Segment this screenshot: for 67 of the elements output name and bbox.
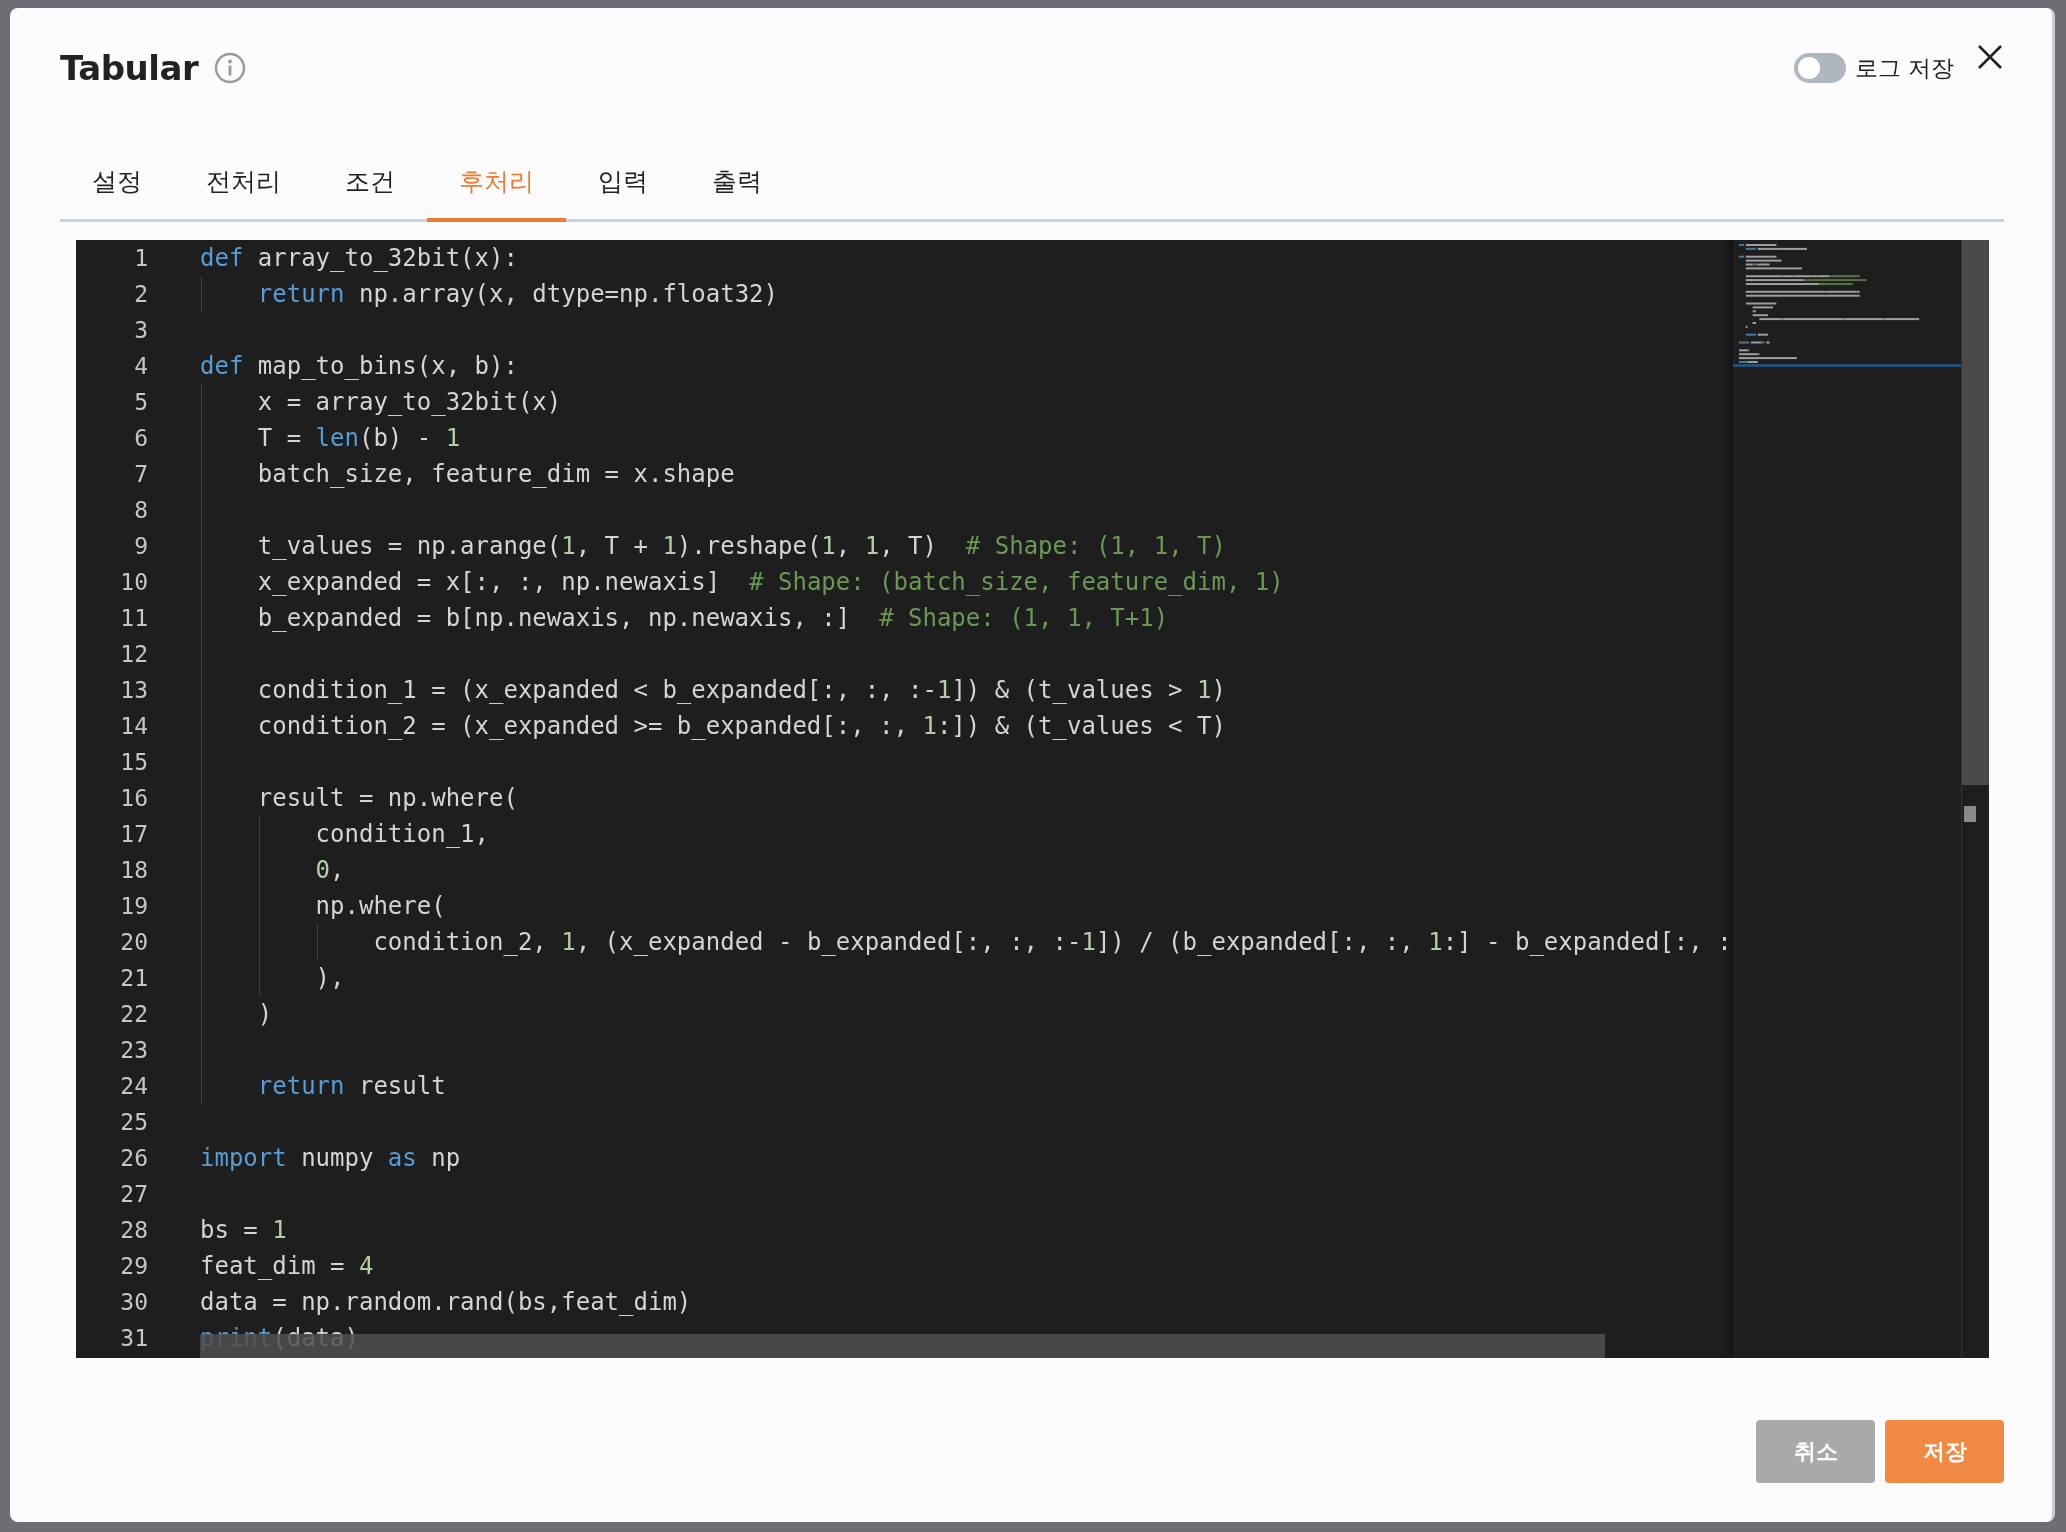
line-number: 22	[119, 1000, 149, 1029]
code-line: def array_to_32bit(x):	[200, 244, 518, 272]
code-line: result = np.where(	[256, 784, 518, 812]
code-line: x_expanded = x[:, :, np.newaxis] # Shape: (batch_size, feature_dim, 1)	[256, 568, 1284, 596]
code-line: return result	[256, 1072, 446, 1100]
code-line: data = np.random.rand(bs,feat_dim)	[200, 1288, 692, 1316]
line-number: 2	[133, 280, 149, 309]
line-number: 12	[119, 640, 149, 669]
scrollbar-thumb[interactable]	[1962, 240, 1989, 785]
line-number: 15	[119, 748, 149, 777]
line-number: 23	[119, 1036, 149, 1065]
tab[interactable]: 출력	[680, 144, 794, 222]
line-number: 31	[119, 1324, 149, 1353]
line-number: 4	[133, 352, 149, 381]
scroll-marker	[1964, 806, 1976, 822]
line-number: 29	[119, 1252, 149, 1281]
line-number: 18	[119, 856, 149, 885]
line-number: 28	[119, 1216, 149, 1245]
line-number: 25	[119, 1108, 149, 1137]
line-number: 9	[133, 532, 149, 561]
code-line: feat_dim = 4	[200, 1252, 374, 1280]
line-number: 11	[119, 604, 149, 633]
code-line: )	[256, 1000, 273, 1028]
line-number: 10	[119, 568, 149, 597]
code-line: import numpy as np	[200, 1144, 461, 1172]
tab[interactable]: 설정	[60, 144, 174, 222]
line-number: 17	[119, 820, 149, 849]
line-number: 19	[119, 892, 149, 921]
code-line: condition_1 = (x_expanded < b_expanded[:, :, :-1]) & (t_values > 1)	[256, 676, 1226, 704]
line-number: 5	[133, 388, 149, 417]
code-line: T = len(b) - 1	[256, 424, 461, 452]
log-toggle[interactable]	[1793, 53, 1846, 83]
code-line: condition_2 = (x_expanded >= b_expanded[:, :, 1:]) & (t_values < T)	[256, 712, 1226, 740]
tab[interactable]: 입력	[566, 144, 680, 222]
code-line: def map_to_bins(x, b):	[200, 352, 518, 380]
line-number: 26	[119, 1144, 149, 1173]
code-line: print(data)	[200, 1324, 359, 1352]
code-line: np.where(	[314, 892, 446, 920]
line-number: 14	[119, 712, 149, 741]
dialog-title: Tabular	[60, 48, 199, 88]
code-line: ),	[314, 964, 345, 992]
code-line: condition_2, 1, (x_expanded - b_expanded[:, :, :-1]) / (b_expanded[:, :, 1:] - b_expanded[:, :	[372, 928, 1732, 956]
line-number: 21	[119, 964, 149, 993]
code-line: batch_size, feature_dim = x.shape	[256, 460, 735, 488]
info-icon[interactable]	[214, 52, 247, 84]
line-number: 30	[119, 1288, 149, 1317]
close-icon[interactable]	[1976, 43, 2004, 71]
code-line: bs = 1	[200, 1216, 287, 1244]
line-number: 27	[119, 1180, 149, 1209]
line-number: 7	[133, 460, 149, 489]
line-number: 3	[133, 316, 149, 345]
line-number: 8	[133, 496, 149, 525]
code-line: return np.array(x, dtype=np.float32)	[256, 280, 778, 308]
tab[interactable]: 전처리	[174, 144, 313, 222]
line-number: 13	[119, 676, 149, 705]
line-number: 24	[119, 1072, 149, 1101]
line-number: 20	[119, 928, 149, 957]
line-number: 6	[133, 424, 149, 453]
toggle-label: 로그 저장	[1854, 53, 1954, 83]
code-line: x = array_to_32bit(x)	[256, 388, 562, 416]
line-number: 1	[133, 244, 149, 273]
code-line: b_expanded = b[np.newaxis, np.newaxis, :] # Shape: (1, 1, T+1)	[256, 604, 1169, 632]
tab[interactable]: 조건	[313, 144, 427, 222]
code-line: 0,	[314, 856, 345, 884]
code-line: condition_1,	[314, 820, 489, 848]
line-number: 16	[119, 784, 149, 813]
code-line: t_values = np.arange(1, T + 1).reshape(1, 1, T) # Shape: (1, 1, T)	[256, 532, 1226, 560]
